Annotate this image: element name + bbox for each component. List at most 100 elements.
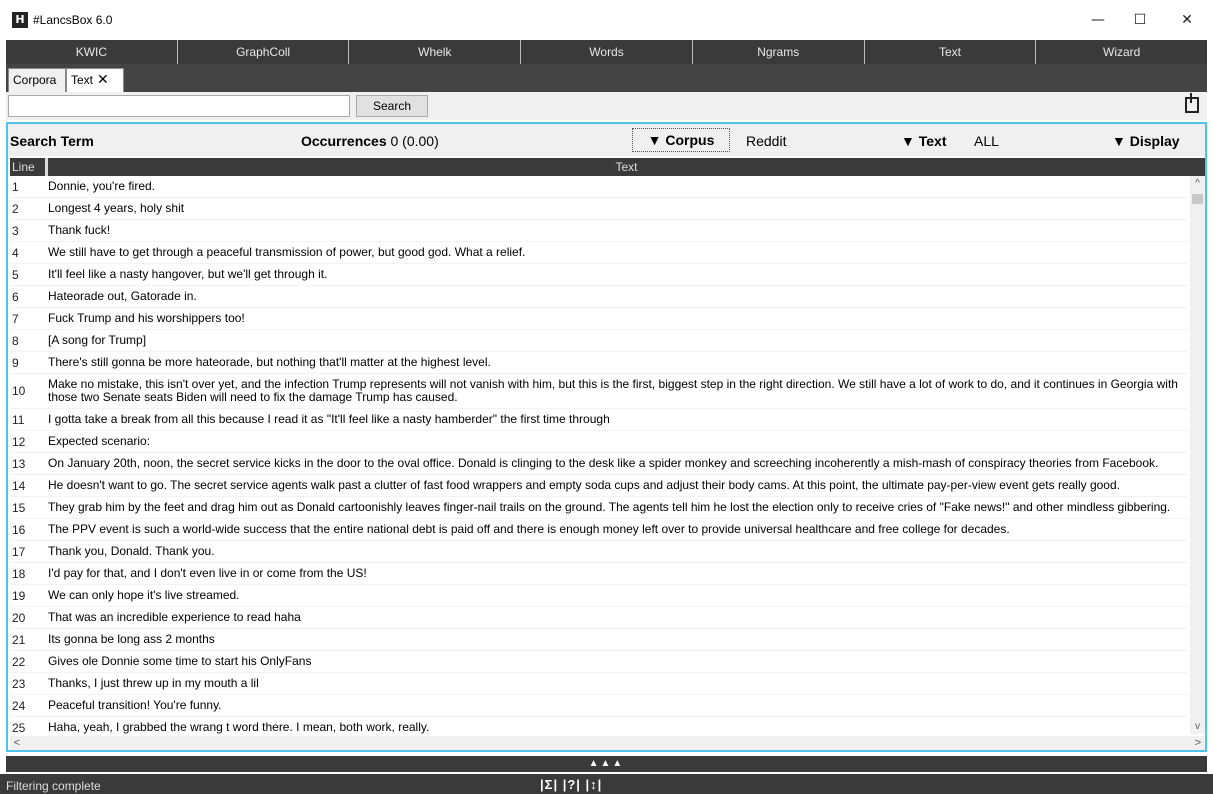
collapse-panel-button[interactable]: ▲▲▲: [6, 756, 1207, 772]
scroll-up-icon[interactable]: ^: [1190, 176, 1205, 191]
row-line-number: 12: [12, 434, 26, 449]
nav-tab-ngrams[interactable]: Ngrams: [693, 40, 865, 64]
nav-tab-whelk[interactable]: Whelk: [349, 40, 522, 64]
search-row: Search: [6, 92, 1207, 120]
scroll-left-icon[interactable]: <: [10, 736, 24, 750]
table-row[interactable]: 12 Expected scenario:: [10, 431, 1188, 453]
row-line-number: 11: [12, 412, 25, 427]
nav-tab-kwic[interactable]: KWIC: [6, 40, 178, 64]
close-window-button[interactable]: ✕: [1172, 8, 1202, 32]
text-value: ALL: [974, 133, 999, 149]
nav-tab-words[interactable]: Words: [521, 40, 693, 64]
table-row[interactable]: 15 They grab him by the feet and drag him…: [10, 497, 1188, 519]
search-input[interactable]: [8, 95, 350, 117]
occurrences-value: 0 (0.00): [390, 133, 439, 149]
table-row[interactable]: 5 It'll feel like a nasty hangover, but w…: [10, 264, 1188, 286]
table-row[interactable]: 4 We still have to get through a peaceful…: [10, 242, 1188, 264]
row-line-number: 8: [12, 333, 19, 348]
minimize-button[interactable]: —: [1083, 8, 1113, 32]
scroll-right-icon[interactable]: >: [1191, 736, 1205, 750]
table-row[interactable]: 19 We can only hope it's live streamed.: [10, 585, 1188, 607]
vertical-scrollbar[interactable]: ^ v: [1190, 176, 1205, 734]
row-text: On January 20th, noon, the secret servic…: [48, 456, 1159, 470]
row-line-number: 25: [12, 720, 26, 735]
close-tab-icon[interactable]: ✕: [97, 72, 109, 88]
export-icon[interactable]: [1185, 93, 1199, 113]
column-header-text[interactable]: Text: [48, 158, 1205, 176]
row-text: Hateorade out, Gatorade in.: [48, 289, 197, 303]
row-text: Gives ole Donnie some time to start his …: [48, 654, 312, 668]
row-text: Thank you, Donald. Thank you.: [48, 544, 215, 558]
text-dropdown[interactable]: ▼ Text: [901, 133, 947, 149]
corpus-dropdown[interactable]: ▼ Corpus: [632, 128, 730, 152]
title-bar: H #LancsBox 6.0 — ☐ ✕: [0, 0, 1213, 40]
row-line-number: 10: [12, 384, 26, 398]
table-row[interactable]: 25 Haha, yeah, I grabbed the wrang t word…: [10, 717, 1188, 735]
display-dropdown[interactable]: ▼ Display: [1112, 133, 1180, 149]
row-text: It'll feel like a nasty hangover, but we…: [48, 267, 328, 281]
horizontal-scrollbar[interactable]: < >: [10, 736, 1205, 750]
row-line-number: 5: [12, 267, 19, 282]
row-text: Haha, yeah, I grabbed the wrang t word t…: [48, 720, 430, 734]
table-row[interactable]: 18 I'd pay for that, and I don't even liv…: [10, 563, 1188, 585]
row-line-number: 18: [12, 566, 26, 581]
table-row[interactable]: 3 Thank fuck!: [10, 220, 1188, 242]
table-row[interactable]: 13 On January 20th, noon, the secret serv…: [10, 453, 1188, 475]
row-text: [A song for Trump]: [48, 333, 147, 347]
row-text: The PPV event is such a world-wide succe…: [48, 522, 1010, 536]
nav-tab-graphcoll[interactable]: GraphColl: [178, 40, 350, 64]
scroll-down-icon[interactable]: v: [1190, 719, 1205, 734]
table-row[interactable]: 16 The PPV event is such a world-wide suc…: [10, 519, 1188, 541]
table-row[interactable]: 8 [A song for Trump]: [10, 330, 1188, 352]
row-text: That was an incredible experience to rea…: [48, 610, 301, 624]
maximize-button[interactable]: ☐: [1125, 8, 1155, 32]
nav-tab-text[interactable]: Text: [865, 40, 1037, 64]
row-line-number: 9: [12, 355, 19, 370]
table-row[interactable]: 7 Fuck Trump and his worshippers too!: [10, 308, 1188, 330]
tab-text[interactable]: Text ✕: [66, 68, 124, 92]
row-line-number: 7: [12, 311, 19, 326]
row-line-number: 17: [12, 544, 26, 559]
table-row[interactable]: 6 Hateorade out, Gatorade in.: [10, 286, 1188, 308]
row-line-number: 6: [12, 289, 19, 304]
row-text: Expected scenario:: [48, 434, 151, 448]
tab-text-label: Text: [71, 73, 94, 87]
row-text: Thank fuck!: [48, 223, 111, 237]
table-row[interactable]: 9 There's still gonna be more hateorade, …: [10, 352, 1188, 374]
results-header: Search Term Occurrences 0 (0.00) ▼ Corpu…: [8, 124, 1205, 156]
row-line-number: 1: [12, 179, 19, 194]
scroll-thumb[interactable]: [1192, 194, 1203, 204]
table-row[interactable]: 24 Peaceful transition! You're funny.: [10, 695, 1188, 717]
row-text: Thanks, I just threw up in my mouth a li…: [48, 676, 259, 690]
occurrences-label: Occurrences 0 (0.00): [301, 133, 439, 149]
sub-tab-row: Corpora Text ✕: [6, 64, 1207, 92]
search-button[interactable]: Search: [356, 95, 428, 117]
row-text: There's still gonna be more hateorade, b…: [48, 355, 491, 369]
table-row[interactable]: 20 That was an incredible experience to r…: [10, 607, 1188, 629]
row-text: Donnie, you're fired.: [48, 179, 156, 193]
row-text: Peaceful transition! You're funny.: [48, 698, 222, 712]
table-row[interactable]: 17 Thank you, Donald. Thank you.: [10, 541, 1188, 563]
row-text: They grab him by the feet and drag him o…: [48, 500, 1171, 514]
row-line-number: 13: [12, 456, 26, 471]
row-text: Make no mistake, this isn't over yet, an…: [48, 377, 1178, 404]
table-row[interactable]: 14 He doesn't want to go. The secret serv…: [10, 475, 1188, 497]
row-text: Longest 4 years, holy shit: [48, 201, 185, 215]
nav-tab-wizard[interactable]: Wizard: [1036, 40, 1207, 64]
text-panel: Search Term Occurrences 0 (0.00) ▼ Corpu…: [6, 122, 1207, 752]
table-row[interactable]: 23 Thanks, I just threw up in my mouth a …: [10, 673, 1188, 695]
table-row[interactable]: 22 Gives ole Donnie some time to start hi…: [10, 651, 1188, 673]
row-line-number: 16: [12, 522, 26, 537]
search-term-label: Search Term: [10, 133, 94, 149]
tab-corpora[interactable]: Corpora: [8, 68, 66, 92]
main-navigation: KWIC GraphColl Whelk Words Ngrams Text W…: [6, 40, 1207, 64]
table-row[interactable]: 10 Make no mistake, this isn't over yet, …: [10, 374, 1188, 409]
table-row[interactable]: 11 I gotta take a break from all this bec…: [10, 409, 1188, 431]
row-text: We still have to get through a peaceful …: [48, 245, 526, 259]
row-text: We can only hope it's live streamed.: [48, 588, 240, 602]
table-row[interactable]: 21 Its gonna be long ass 2 months: [10, 629, 1188, 651]
table-row[interactable]: 1 Donnie, you're fired.: [10, 176, 1188, 198]
table-row[interactable]: 2 Longest 4 years, holy shit: [10, 198, 1188, 220]
status-tool-icons[interactable]: |Σ| |?| |↕|: [540, 777, 602, 792]
column-header-line[interactable]: Line: [10, 158, 48, 176]
